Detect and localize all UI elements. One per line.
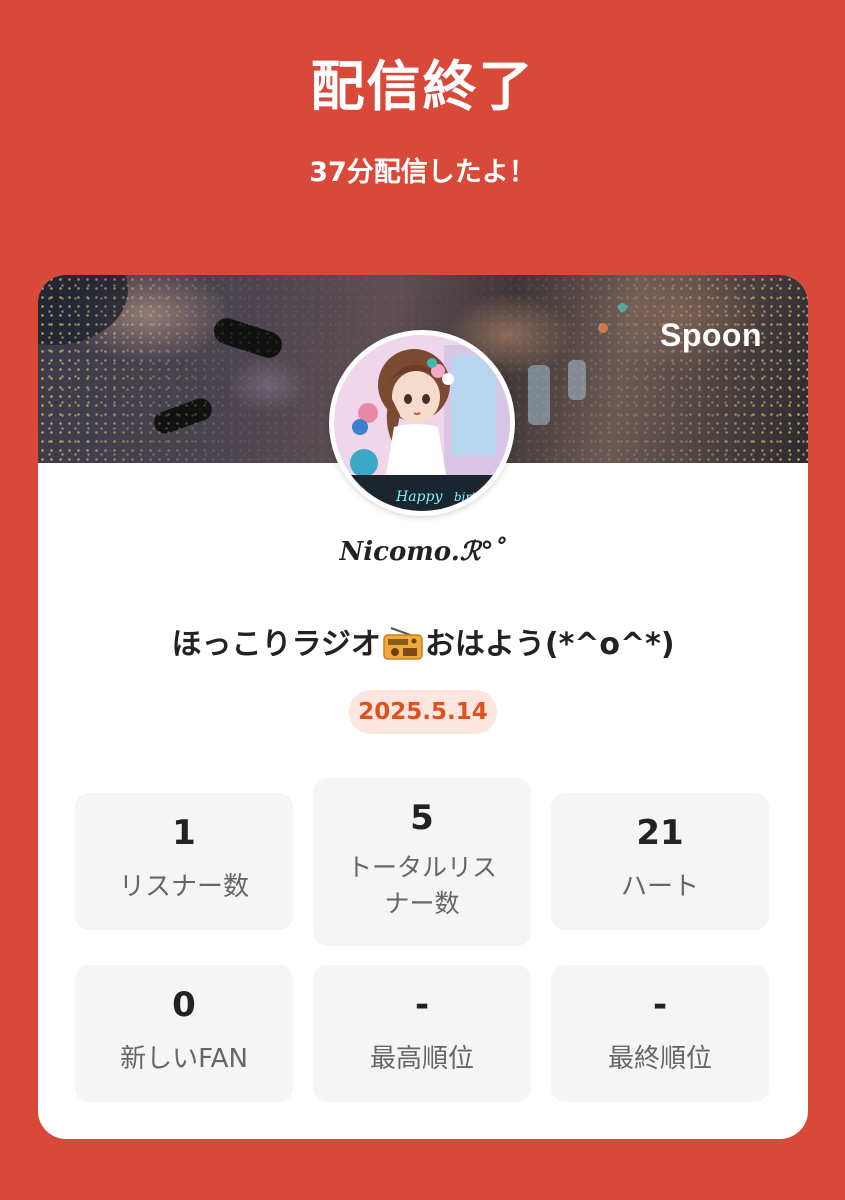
stat-label: 最終順位 xyxy=(607,1044,712,1074)
summary-card: Spoon Happy birth Nicomo.ℛ°˚ ほっこりラジオ おはよ… xyxy=(38,275,808,1139)
username: Nicomo.ℛ°˚ xyxy=(339,537,507,567)
spoon-logo: Spoon xyxy=(659,317,762,353)
date-badge: 2025.5.14 xyxy=(349,690,497,734)
stat-value: - xyxy=(414,985,430,1025)
stat-total-listener-count: 5 トータルリス ナー数 xyxy=(313,778,531,946)
stream-title-part2: おはよう(*^o^*) xyxy=(424,627,675,662)
stat-label: ハート xyxy=(620,872,699,902)
svg-text:Happy: Happy xyxy=(395,489,443,505)
stat-final-rank: - 最終順位 xyxy=(551,965,769,1102)
stat-label: リスナー数 xyxy=(118,872,249,902)
avatar: Happy birth xyxy=(329,330,515,516)
stat-listener-count: 1 リスナー数 xyxy=(75,793,293,930)
stream-title: ほっこりラジオ おはよう(*^o^*) xyxy=(38,619,808,663)
stream-duration-text: 37分配信したよ！ xyxy=(309,157,536,188)
radio-icon xyxy=(383,627,423,660)
stat-new-fans: 0 新しいFAN xyxy=(75,965,293,1102)
stat-value: - xyxy=(652,985,668,1025)
stat-value: 1 xyxy=(172,813,196,853)
stat-value: 5 xyxy=(410,798,434,838)
stat-hearts: 21 ハート xyxy=(551,793,769,930)
stat-label: 新しいFAN xyxy=(120,1044,248,1074)
page-title: 配信終了 xyxy=(310,55,535,118)
stat-highest-rank: - 最高順位 xyxy=(313,965,531,1102)
stream-title-part1: ほっこりラジオ xyxy=(171,627,381,662)
stat-label-line1: トータルリス xyxy=(346,853,497,882)
stat-value: 21 xyxy=(636,813,684,853)
avatar-illustration: Happy birth xyxy=(334,335,510,511)
stat-label-line2: ナー数 xyxy=(384,889,460,918)
stat-value: 0 xyxy=(172,985,196,1025)
svg-text:birth: birth xyxy=(454,490,484,504)
stat-label: 最高順位 xyxy=(369,1044,474,1074)
